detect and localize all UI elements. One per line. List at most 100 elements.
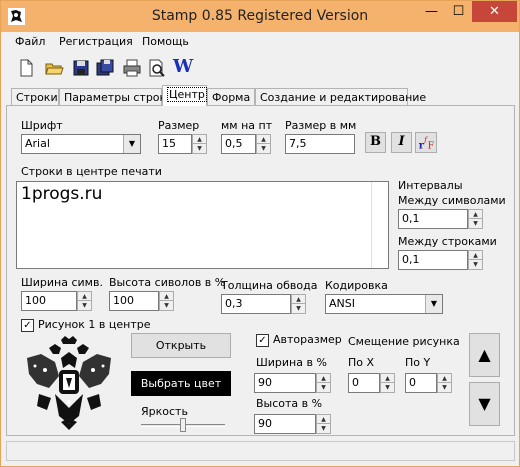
- new-file-icon[interactable]: [16, 58, 36, 78]
- spin-down-icon[interactable]: ▼: [381, 383, 394, 392]
- maximize-icon: ☐: [452, 4, 465, 19]
- spin-up-icon[interactable]: ▲: [381, 374, 394, 383]
- char-width-input[interactable]: 100: [21, 291, 77, 311]
- offset-y-input[interactable]: 0: [405, 373, 437, 393]
- offset-x-spinner[interactable]: ▲ ▼: [380, 373, 395, 393]
- open-button[interactable]: Открыть: [131, 333, 231, 358]
- spin-down-icon[interactable]: ▼: [292, 304, 305, 313]
- text-effect-icon[interactable]: r f F: [415, 132, 437, 153]
- bold-button[interactable]: B: [365, 132, 386, 153]
- spin-up-icon[interactable]: ▲: [160, 292, 173, 301]
- tab-strip: Строки Параметры строк Центр Форма Созда…: [1, 85, 519, 106]
- spin-down-icon[interactable]: ▼: [317, 424, 330, 433]
- chevron-down-icon[interactable]: ▼: [123, 135, 140, 153]
- print-preview-icon[interactable]: [147, 58, 167, 78]
- title-bar[interactable]: Stamp 0.85 Registered Version — ☐ ✕: [1, 1, 519, 32]
- spin-down-icon[interactable]: ▼: [160, 301, 173, 310]
- spin-down-icon[interactable]: ▼: [469, 219, 482, 228]
- menu-file[interactable]: Файл: [15, 35, 45, 48]
- pic-width-label: Ширина в %: [256, 356, 327, 369]
- spin-up-icon[interactable]: ▲: [193, 135, 206, 144]
- mm-per-pt-label: мм на пт: [221, 119, 273, 132]
- center-lines-text: 1progs.ru: [21, 184, 103, 204]
- line-spacing-label: Между строками: [398, 235, 497, 248]
- minimize-button[interactable]: —: [418, 1, 445, 22]
- line-spacing-input[interactable]: 0,1: [398, 250, 468, 270]
- spin-up-icon[interactable]: ▲: [317, 415, 330, 424]
- pic-height-spinner[interactable]: ▲ ▼: [316, 414, 331, 434]
- tab-lines[interactable]: Строки: [11, 88, 59, 106]
- size-input[interactable]: 15: [158, 134, 192, 154]
- move-up-button[interactable]: ▲: [469, 333, 500, 377]
- move-down-button[interactable]: ▼: [469, 382, 500, 426]
- memo-scrollbar[interactable]: [371, 182, 388, 268]
- spin-up-icon[interactable]: ▲: [257, 135, 270, 144]
- open-folder-icon[interactable]: [44, 58, 64, 78]
- stroke-width-input[interactable]: 0,3: [221, 294, 291, 314]
- size-mm-input[interactable]: 7,5: [285, 134, 355, 154]
- close-button[interactable]: ✕: [472, 1, 517, 22]
- spin-down-icon[interactable]: ▼: [78, 301, 91, 310]
- offset-x-input[interactable]: 0: [348, 373, 380, 393]
- char-height-input[interactable]: 100: [109, 291, 159, 311]
- chevron-down-icon[interactable]: ▼: [425, 295, 442, 313]
- maximize-button[interactable]: ☐: [445, 1, 472, 22]
- brightness-slider-thumb[interactable]: [180, 418, 186, 432]
- center-lines-textarea[interactable]: 1progs.ru: [16, 181, 389, 269]
- tab-center[interactable]: Центр: [162, 85, 207, 106]
- tab-line-params[interactable]: Параметры строк: [59, 88, 166, 106]
- spin-down-icon[interactable]: ▼: [469, 260, 482, 269]
- close-icon: ✕: [489, 4, 500, 19]
- menu-help[interactable]: Помощь: [142, 35, 189, 48]
- font-value: Arial: [25, 137, 50, 150]
- minimize-icon: —: [425, 4, 438, 19]
- brightness-label: Яркость: [141, 405, 188, 418]
- offset-y-label: По Y: [405, 356, 431, 369]
- char-height-spinner[interactable]: ▲ ▼: [159, 291, 174, 311]
- font-select[interactable]: Arial ▼: [21, 134, 141, 154]
- arrow-down-icon: ▼: [478, 394, 491, 413]
- tab-form[interactable]: Форма: [207, 88, 255, 106]
- spin-down-icon[interactable]: ▼: [438, 383, 451, 392]
- offset-y-spinner[interactable]: ▲ ▼: [437, 373, 452, 393]
- picture-offset-label: Смещение рисунка: [348, 335, 460, 348]
- pic-width-input[interactable]: 90: [254, 373, 316, 393]
- spin-up-icon[interactable]: ▲: [78, 292, 91, 301]
- spin-down-icon[interactable]: ▼: [257, 144, 270, 153]
- italic-button[interactable]: I: [391, 132, 412, 153]
- line-spacing-spinner[interactable]: ▲ ▼: [468, 250, 483, 270]
- autosize-label: Авторазмер: [273, 333, 342, 346]
- spin-up-icon[interactable]: ▲: [438, 374, 451, 383]
- tab-center-label: Центр: [167, 87, 207, 102]
- encoding-select[interactable]: ANSI ▼: [325, 294, 443, 314]
- menu-registration[interactable]: Регистрация: [59, 35, 133, 48]
- spin-up-icon[interactable]: ▲: [469, 251, 482, 260]
- app-window: Stamp 0.85 Registered Version — ☐ ✕ Файл…: [0, 0, 520, 467]
- mm-per-pt-input[interactable]: 0,5: [221, 134, 256, 154]
- spin-down-icon[interactable]: ▼: [317, 383, 330, 392]
- pic-width-spinner[interactable]: ▲ ▼: [316, 373, 331, 393]
- pic-height-label: Высота в %: [256, 397, 323, 410]
- encoding-value: ANSI: [329, 297, 355, 310]
- status-bar: [6, 441, 515, 461]
- picture-checkbox[interactable]: ✓: [21, 319, 34, 332]
- choose-color-button[interactable]: Выбрать цвет: [131, 371, 231, 396]
- mm-per-pt-spinner[interactable]: ▲ ▼: [256, 134, 271, 154]
- spin-down-icon[interactable]: ▼: [193, 144, 206, 153]
- stroke-width-label: Толщина обвода: [221, 279, 318, 292]
- autosize-checkbox[interactable]: ✓: [256, 334, 269, 347]
- spin-up-icon[interactable]: ▲: [292, 295, 305, 304]
- size-spinner[interactable]: ▲ ▼: [192, 134, 207, 154]
- pic-height-input[interactable]: 90: [254, 414, 316, 434]
- save-icon[interactable]: [71, 58, 91, 78]
- word-icon[interactable]: W: [173, 57, 193, 77]
- char-spacing-input[interactable]: 0,1: [398, 209, 468, 229]
- print-icon[interactable]: [122, 58, 142, 78]
- char-spacing-spinner[interactable]: ▲ ▼: [468, 209, 483, 229]
- save-as-icon[interactable]: [95, 58, 115, 78]
- stroke-width-spinner[interactable]: ▲ ▼: [291, 294, 306, 314]
- spin-up-icon[interactable]: ▲: [317, 374, 330, 383]
- tab-create-edit[interactable]: Создание и редактирование: [255, 88, 426, 106]
- spin-up-icon[interactable]: ▲: [469, 210, 482, 219]
- char-width-spinner[interactable]: ▲ ▼: [77, 291, 92, 311]
